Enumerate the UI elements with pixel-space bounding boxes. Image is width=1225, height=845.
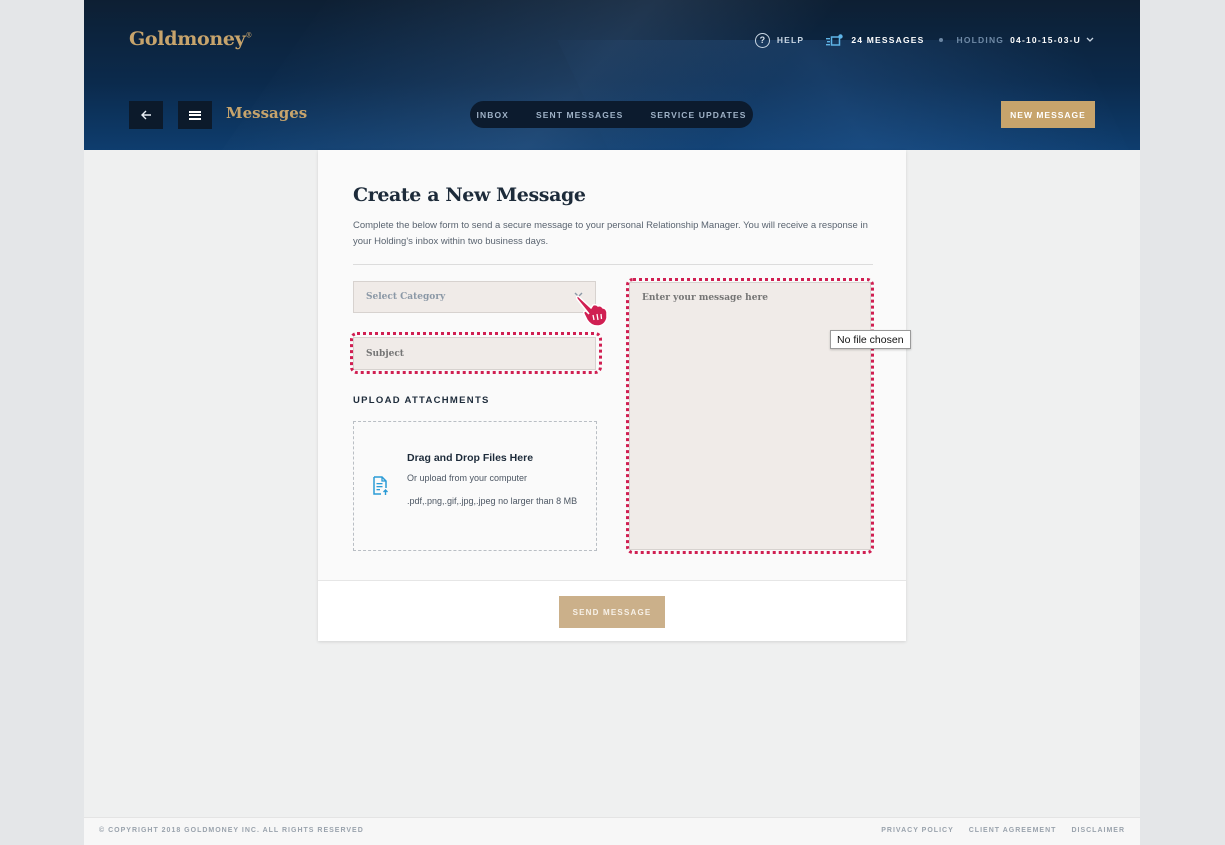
question-circle-icon[interactable]: ? (754, 32, 770, 48)
form-footer: SEND MESSAGE (318, 580, 906, 641)
privacy-policy-link[interactable]: PRIVACY POLICY (881, 827, 953, 834)
page-footer: © COPYRIGHT 2018 GOLDMONEY INC. ALL RIGH… (84, 817, 1140, 845)
header-decoration (557, 40, 1140, 150)
tab-service-updates[interactable]: SERVICE UPDATES (650, 110, 746, 120)
holding-label: HOLDING (956, 35, 1005, 45)
messages-icon[interactable] (826, 34, 844, 46)
logo-registered-mark: ® (245, 31, 253, 40)
arrow-left-icon (140, 110, 151, 120)
chevron-down-icon[interactable] (1086, 35, 1094, 45)
upload-heading: UPLOAD ATTACHMENTS (353, 395, 490, 406)
header: Goldmoney® ? HELP 24 MESSAGES HOLDING 04… (84, 0, 1140, 150)
file-upload-icon (373, 476, 389, 501)
message-tabs: INBOX SENT MESSAGES SERVICE UPDATES (470, 101, 753, 128)
divider (353, 264, 873, 265)
hamburger-icon (189, 110, 201, 120)
dropzone-title: Drag and Drop Files Here (407, 452, 534, 464)
new-message-button[interactable]: NEW MESSAGE (1001, 101, 1095, 128)
help-link[interactable]: HELP (777, 35, 804, 45)
copyright-text: © COPYRIGHT 2018 GOLDMONEY INC. ALL RIGH… (99, 827, 364, 834)
pointer-hand-icon (575, 293, 609, 334)
footer-links: PRIVACY POLICY CLIENT AGREEMENT DISCLAIM… (881, 827, 1125, 834)
separator-dot (938, 38, 943, 42)
messages-count-link[interactable]: 24 MESSAGES (851, 35, 924, 45)
dropzone-file-types: .pdf,.png,.gif,.jpg,.jpeg no larger than… (407, 496, 578, 506)
page-title: Messages (226, 104, 308, 122)
create-message-card: Create a New Message Complete the below … (318, 150, 911, 641)
page: Goldmoney® ? HELP 24 MESSAGES HOLDING 04… (84, 0, 1140, 845)
logo-text: Goldmoney (129, 28, 246, 50)
disclaimer-link[interactable]: DISCLAIMER (1071, 827, 1125, 834)
send-message-button[interactable]: SEND MESSAGE (559, 596, 665, 628)
category-select[interactable]: Select Category (353, 281, 596, 313)
client-agreement-link[interactable]: CLIENT AGREEMENT (969, 827, 1057, 834)
form-title: Create a New Message (353, 184, 586, 206)
tab-sent-messages[interactable]: SENT MESSAGES (536, 110, 624, 120)
form-description: Complete the below form to send a secure… (353, 220, 868, 247)
subject-highlight (350, 332, 602, 374)
message-highlight (626, 278, 874, 554)
category-select-placeholder: Select Category (366, 292, 446, 302)
back-button[interactable] (129, 101, 163, 129)
menu-button[interactable] (178, 101, 212, 129)
file-tooltip: No file chosen (830, 330, 911, 349)
goldmoney-logo[interactable]: Goldmoney® (129, 28, 252, 50)
top-nav: ? HELP 24 MESSAGES HOLDING 04-10-15-03-U (754, 32, 1094, 48)
tab-inbox[interactable]: INBOX (477, 110, 509, 120)
holding-selector[interactable]: 04-10-15-03-U (1010, 35, 1081, 45)
file-dropzone[interactable]: Drag and Drop Files Here Or upload from … (353, 421, 597, 551)
dropzone-upload-hint: Or upload from your computer (407, 473, 528, 483)
